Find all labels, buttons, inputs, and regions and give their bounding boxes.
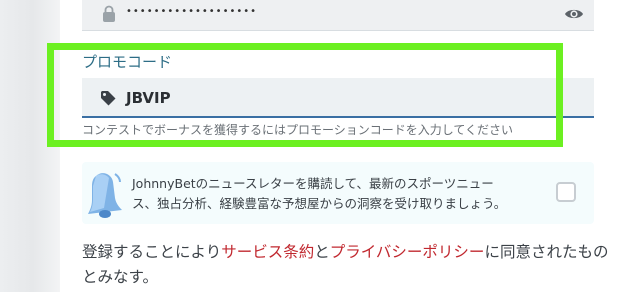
newsletter-checkbox[interactable] [556, 182, 576, 202]
privacy-policy-link[interactable]: プライバシーポリシー [330, 243, 485, 261]
agreement-conjunction: と [314, 243, 330, 261]
promo-code-label: プロモコード [82, 53, 173, 71]
password-field[interactable]: ••••••••••••••••••• [82, 0, 594, 31]
promo-code-value: JBVIP [126, 89, 171, 107]
newsletter-text: JohnnyBetのニュースレターを購読して、最新のスポーツニュース、独占分析、… [132, 176, 507, 211]
bell-icon [88, 173, 122, 218]
eye-icon[interactable] [564, 5, 584, 23]
agreement-prefix: 登録することにより [82, 243, 222, 261]
password-masked-value: ••••••••••••••••••• [126, 6, 258, 17]
tag-icon [101, 91, 116, 106]
promo-code-hint: コンテストでボーナスを獲得するにはプロモーションコードを入力してください [82, 123, 514, 137]
lock-icon [103, 5, 115, 22]
terms-link[interactable]: サービス条約 [221, 243, 314, 261]
agreement-text: 登録することによりサービス条約とプライバシーポリシーに同意されたものとみなす。 [82, 240, 612, 290]
newsletter-optin: JohnnyBetのニュースレターを購読して、最新のスポーツニュース、独占分析、… [82, 162, 594, 224]
background-panel [0, 0, 60, 292]
promo-code-input[interactable]: JBVIP [82, 78, 594, 118]
